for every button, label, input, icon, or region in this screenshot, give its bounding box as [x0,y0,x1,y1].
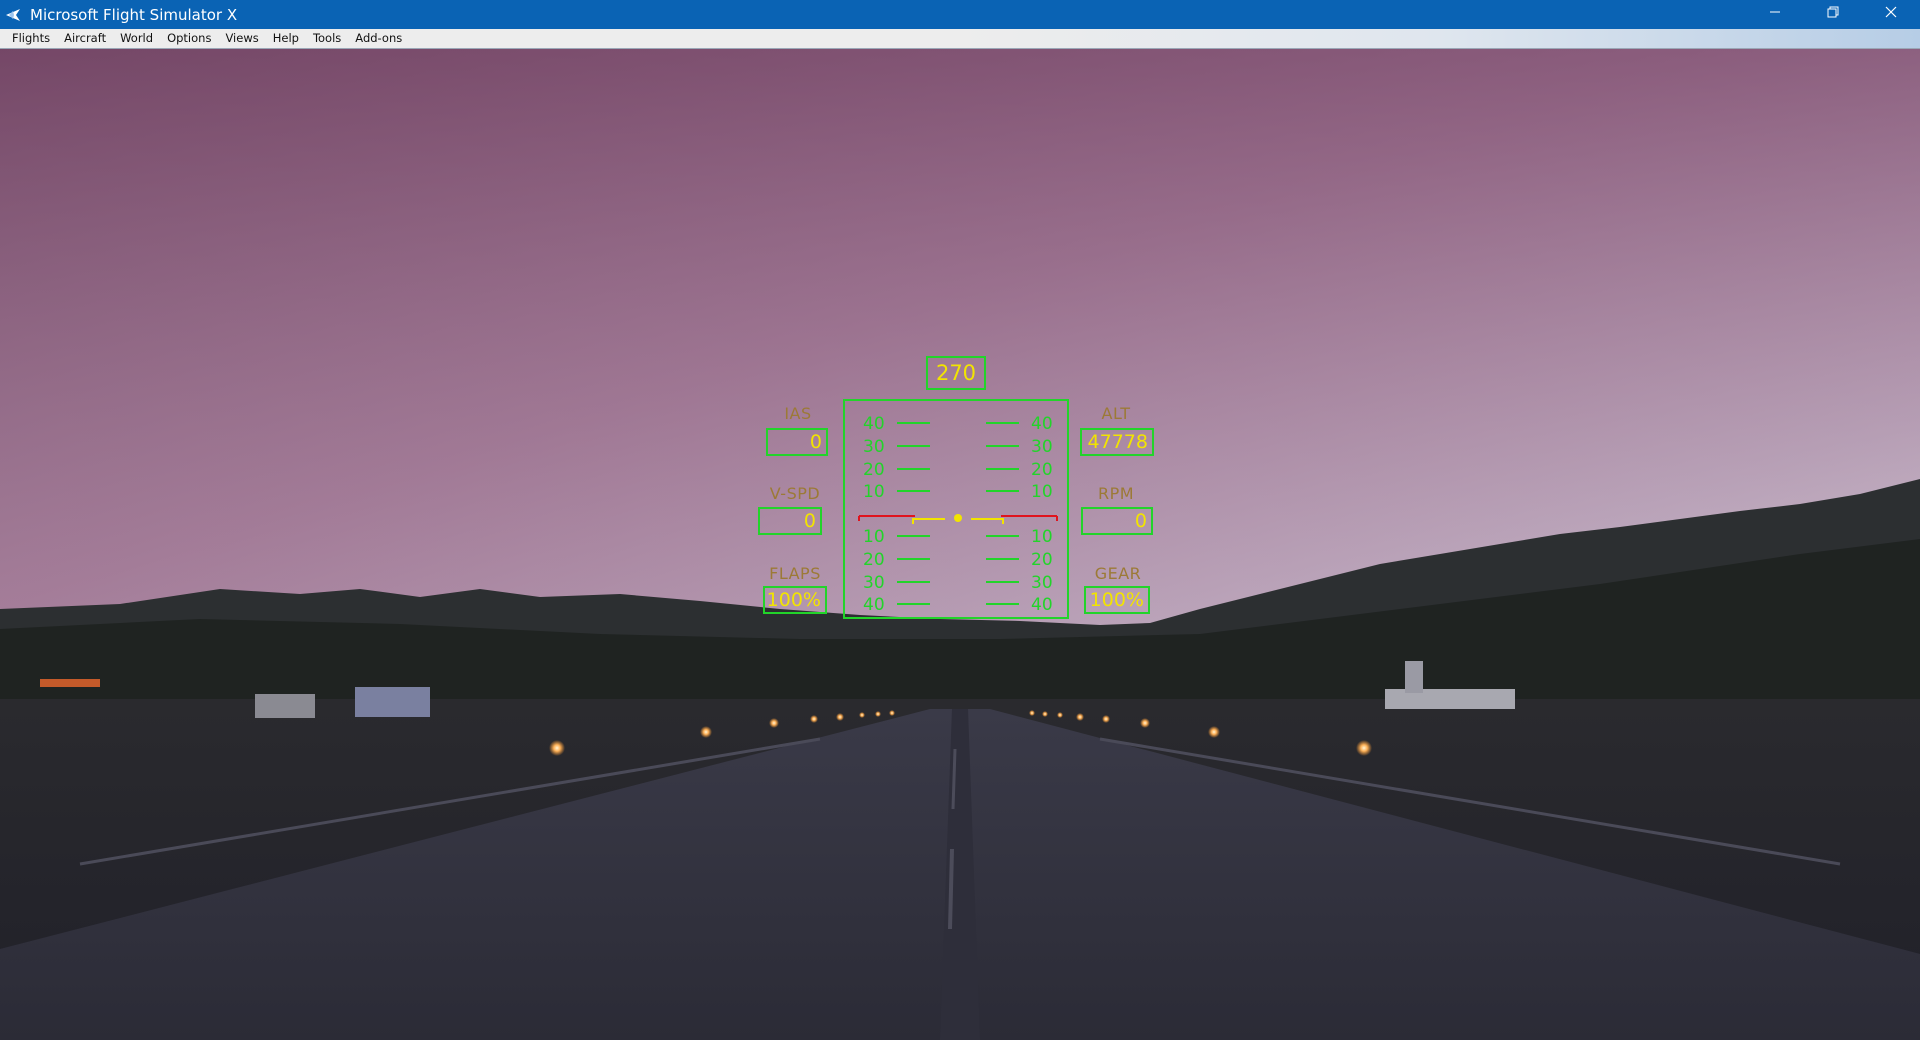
minimize-icon [1768,5,1782,24]
close-button[interactable] [1862,0,1920,29]
menu-flights[interactable]: Flights [0,29,57,48]
menu-add-ons[interactable]: Add-ons [348,29,409,48]
simulator-viewport[interactable] [0,49,1920,1040]
airplane-icon [4,6,22,24]
restore-icon [1826,5,1840,24]
menu-views[interactable]: Views [218,29,265,48]
scene-image [0,49,1920,1040]
menu-world[interactable]: World [113,29,160,48]
menu-options[interactable]: Options [160,29,218,48]
menu-bar: Flights Aircraft World Options Views Hel… [0,29,1920,49]
title-bar: Microsoft Flight Simulator X [0,0,1920,29]
window-title: Microsoft Flight Simulator X [30,5,238,24]
menu-help[interactable]: Help [266,29,306,48]
restore-button[interactable] [1804,0,1862,29]
minimize-button[interactable] [1746,0,1804,29]
menu-aircraft[interactable]: Aircraft [57,29,113,48]
window-controls [1746,0,1920,29]
menu-tools[interactable]: Tools [306,29,348,48]
close-icon [1884,5,1898,24]
